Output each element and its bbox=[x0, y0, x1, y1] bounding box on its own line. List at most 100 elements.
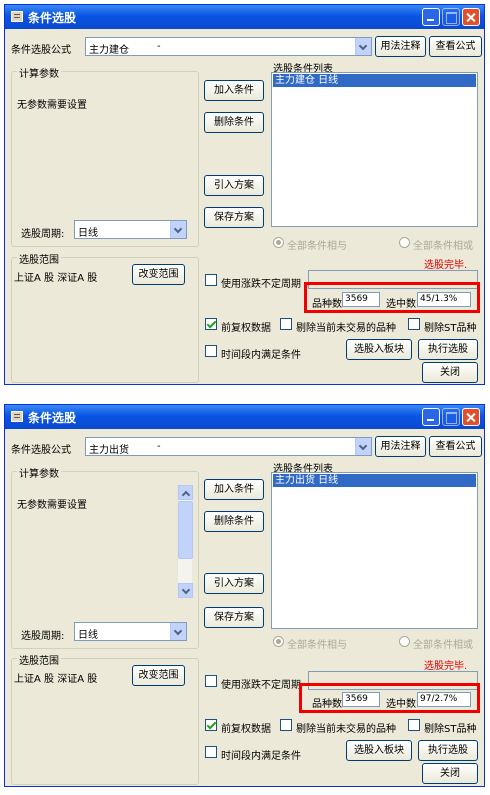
chevron-down-icon[interactable] bbox=[170, 221, 186, 238]
status-text: 选股完毕. bbox=[424, 260, 468, 271]
formula-name: 主力出货 bbox=[89, 445, 129, 456]
time-range-label: 时间段内满足条件 bbox=[221, 751, 301, 762]
minimize-button[interactable] bbox=[422, 408, 440, 426]
maximize-button bbox=[442, 408, 460, 426]
radio-all-or[interactable] bbox=[399, 237, 410, 248]
execute-screen-button[interactable]: 执行选股 bbox=[418, 339, 478, 360]
time-range-checkbox[interactable] bbox=[205, 746, 217, 758]
formula-desc: - bbox=[157, 441, 161, 452]
highlight-box bbox=[304, 282, 480, 313]
exclude-st-label: 剔除ST品种 bbox=[424, 724, 477, 735]
close-window-button[interactable] bbox=[462, 408, 480, 426]
formula-select[interactable]: 主力出货 - bbox=[85, 437, 372, 456]
params-group-label: 计算参数 bbox=[17, 65, 61, 80]
formula-desc: - bbox=[157, 41, 161, 52]
usage-notes-button[interactable]: 用法注释 bbox=[375, 36, 426, 57]
save-plan-button[interactable]: 保存方案 bbox=[204, 607, 264, 628]
forward-adjust-checkbox[interactable] bbox=[205, 318, 217, 330]
exclude-untraded-label: 剔除当前未交易的品种 bbox=[296, 323, 396, 334]
stock-screener-dialog-2: 条件选股 条件选股公式 主力出货 - 用法注释 查看公式 计算参数 无参数需要设… bbox=[4, 404, 485, 787]
minimize-button[interactable] bbox=[422, 8, 440, 26]
import-plan-button[interactable]: 引入方案 bbox=[204, 175, 264, 196]
maximize-button bbox=[442, 8, 460, 26]
use-range-label: 使用涨跌不定周期 bbox=[221, 279, 301, 290]
time-range-label: 时间段内满足条件 bbox=[221, 350, 301, 361]
scope-value: 上证A 股 深证A 股 bbox=[14, 273, 98, 284]
add-to-block-button[interactable]: 选股入板块 bbox=[346, 339, 412, 360]
exclude-untraded-checkbox[interactable] bbox=[280, 318, 292, 330]
formula-select[interactable]: 主力建仓 - bbox=[85, 37, 372, 56]
add-to-block-button[interactable]: 选股入板块 bbox=[346, 740, 412, 761]
radio-all-or-label: 全部条件相或 bbox=[413, 640, 473, 651]
scope-group-label: 选股范围 bbox=[17, 652, 61, 667]
close-button[interactable]: 关闭 bbox=[422, 362, 478, 383]
radio-all-and[interactable] bbox=[273, 237, 284, 248]
formula-label: 条件选股公式 bbox=[11, 445, 71, 456]
period-label: 选股周期: bbox=[21, 631, 65, 642]
radio-all-or[interactable] bbox=[399, 636, 410, 647]
scope-group-label: 选股范围 bbox=[17, 251, 61, 266]
title-bar[interactable]: 条件选股 bbox=[5, 405, 484, 429]
forward-adjust-label: 前复权数据 bbox=[221, 724, 271, 735]
import-plan-button[interactable]: 引入方案 bbox=[204, 573, 264, 594]
use-range-label: 使用涨跌不定周期 bbox=[221, 680, 301, 691]
time-range-checkbox[interactable] bbox=[205, 345, 217, 357]
use-range-checkbox[interactable] bbox=[205, 274, 217, 286]
period-label: 选股周期: bbox=[21, 229, 65, 240]
close-button[interactable]: 关闭 bbox=[422, 763, 478, 784]
execute-screen-button[interactable]: 执行选股 bbox=[418, 740, 478, 761]
use-range-checkbox[interactable] bbox=[205, 675, 217, 687]
condition-list[interactable]: 主力出货 日线 bbox=[271, 472, 478, 629]
highlight-box bbox=[299, 683, 480, 713]
scroll-up-arrow-icon[interactable] bbox=[178, 485, 193, 500]
usage-notes-button[interactable]: 用法注释 bbox=[375, 436, 426, 457]
condition-list[interactable]: 主力建仓 日线 bbox=[271, 72, 478, 227]
view-formula-button[interactable]: 查看公式 bbox=[429, 36, 482, 57]
app-icon bbox=[11, 411, 23, 422]
period-select[interactable]: 日线 bbox=[74, 622, 187, 641]
radio-all-or-label: 全部条件相或 bbox=[413, 241, 473, 252]
exclude-untraded-label: 剔除当前未交易的品种 bbox=[296, 724, 396, 735]
change-scope-button[interactable]: 改变范围 bbox=[132, 665, 185, 686]
period-value: 日线 bbox=[78, 228, 98, 239]
delete-condition-button[interactable]: 删除条件 bbox=[204, 112, 264, 133]
chevron-down-icon[interactable] bbox=[170, 623, 186, 640]
chevron-down-icon[interactable] bbox=[355, 38, 371, 55]
params-scrollbar[interactable] bbox=[177, 485, 193, 598]
exclude-st-label: 剔除ST品种 bbox=[424, 323, 477, 334]
radio-all-and-label: 全部条件相与 bbox=[287, 640, 347, 651]
exclude-st-checkbox[interactable] bbox=[408, 719, 420, 731]
no-params-text: 无参数需要设置 bbox=[17, 500, 87, 511]
condition-list-item[interactable]: 主力建仓 日线 bbox=[273, 74, 476, 87]
scope-value: 上证A 股 深证A 股 bbox=[14, 674, 98, 685]
delete-condition-button[interactable]: 删除条件 bbox=[204, 511, 264, 532]
view-formula-button[interactable]: 查看公式 bbox=[429, 436, 482, 457]
formula-name: 主力建仓 bbox=[89, 45, 129, 56]
chevron-down-icon[interactable] bbox=[355, 438, 371, 455]
window-title: 条件选股 bbox=[28, 11, 77, 25]
forward-adjust-label: 前复权数据 bbox=[221, 323, 271, 334]
window-title: 条件选股 bbox=[28, 411, 77, 425]
formula-label: 条件选股公式 bbox=[11, 45, 71, 56]
no-params-text: 无参数需要设置 bbox=[17, 100, 87, 111]
app-icon bbox=[11, 11, 23, 22]
title-bar[interactable]: 条件选股 bbox=[5, 5, 484, 29]
stock-screener-dialog-1: 条件选股 条件选股公式 主力建仓 - 用法注释 查看公式 计算参数 无参数需要设… bbox=[4, 4, 485, 385]
radio-all-and[interactable] bbox=[273, 636, 284, 647]
add-condition-button[interactable]: 加入条件 bbox=[204, 479, 264, 500]
period-select[interactable]: 日线 bbox=[74, 220, 187, 239]
scroll-down-arrow-icon[interactable] bbox=[178, 583, 193, 598]
radio-all-and-label: 全部条件相与 bbox=[287, 241, 347, 252]
save-plan-button[interactable]: 保存方案 bbox=[204, 207, 264, 228]
forward-adjust-checkbox[interactable] bbox=[205, 719, 217, 731]
exclude-untraded-checkbox[interactable] bbox=[280, 719, 292, 731]
params-group-label: 计算参数 bbox=[17, 465, 61, 480]
change-scope-button[interactable]: 改变范围 bbox=[132, 264, 185, 285]
period-value: 日线 bbox=[78, 630, 98, 641]
scroll-thumb[interactable] bbox=[178, 501, 193, 559]
condition-list-item[interactable]: 主力出货 日线 bbox=[273, 474, 476, 487]
close-window-button[interactable] bbox=[462, 8, 480, 26]
add-condition-button[interactable]: 加入条件 bbox=[204, 80, 264, 101]
exclude-st-checkbox[interactable] bbox=[408, 318, 420, 330]
status-text: 选股完毕. bbox=[424, 661, 468, 672]
